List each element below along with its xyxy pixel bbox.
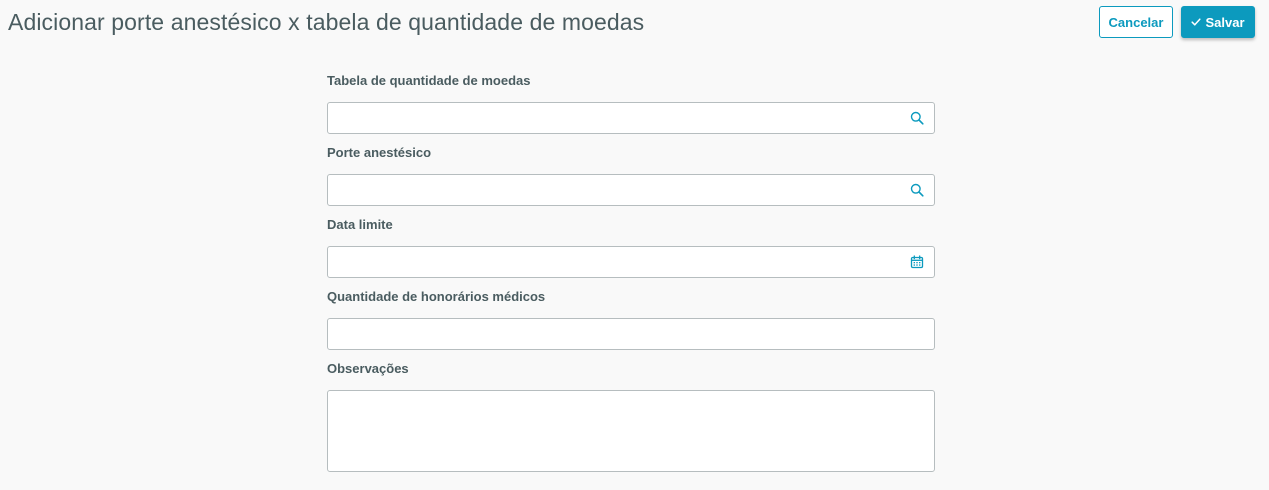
cancel-button[interactable]: Cancelar [1099,6,1173,38]
tabela-quantidade-moedas-input[interactable] [328,103,934,133]
field-label: Data limite [327,217,393,232]
field-label: Quantidade de honorários médicos [327,289,546,304]
save-button[interactable]: Salvar [1181,6,1255,38]
header-actions: Cancelar Salvar [1099,6,1255,38]
search-icon[interactable] [910,111,924,125]
search-icon[interactable] [910,183,924,197]
save-button-label: Salvar [1205,14,1245,30]
textarea-wrapper [327,390,935,472]
field-observacoes: Observações [327,358,935,472]
field-quantidade-honorarios: Quantidade de honorários médicos [327,286,935,350]
field-porte-anestesico: Porte anestésico [327,142,935,206]
field-label: Observações [327,361,409,376]
observacoes-textarea[interactable] [328,391,934,471]
lookup-field [327,102,935,134]
number-field [327,318,935,350]
lookup-field [327,174,935,206]
cancel-button-label: Cancelar [1108,14,1164,30]
quantidade-honorarios-input[interactable] [328,319,934,349]
calendar-icon[interactable] [910,255,924,269]
field-tabela-quantidade-moedas: Tabela de quantidade de moedas [327,70,935,134]
data-limite-input[interactable] [328,247,934,277]
field-label: Tabela de quantidade de moedas [327,73,531,88]
check-icon [1191,17,1202,27]
page: Adicionar porte anestésico x tabela de q… [0,0,1269,490]
porte-anestesico-input[interactable] [328,175,934,205]
form: Tabela de quantidade de moedas Porte ane… [327,70,935,472]
field-data-limite: Data limite [327,214,935,278]
field-label: Porte anestésico [327,145,432,160]
page-title: Adicionar porte anestésico x tabela de q… [8,9,645,35]
datepicker-field [327,246,935,278]
